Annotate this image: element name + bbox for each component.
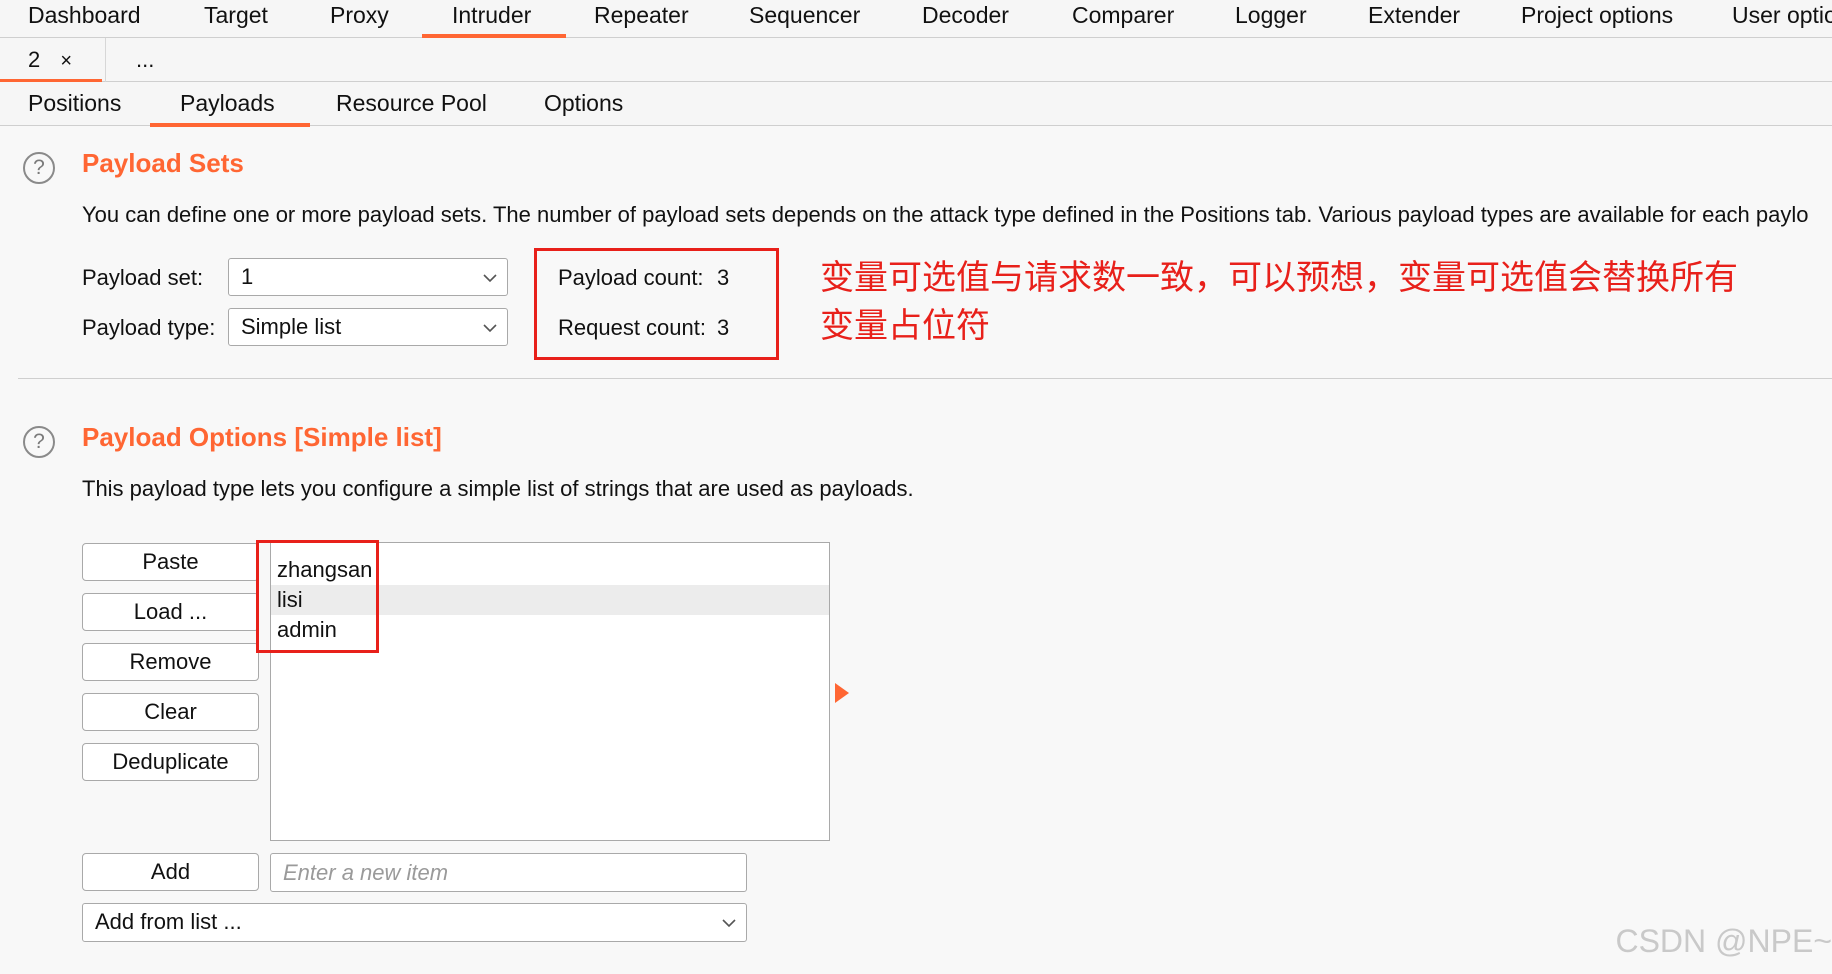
annotation-line-1: 变量可选值与请求数一致，可以预想，变量可选值会替换所有: [820, 258, 1738, 298]
tab-intruder[interactable]: Intruder: [421, 0, 567, 38]
intruder-instance-tabs: 2 × ...: [0, 38, 1832, 83]
payload-type-value: Simple list: [241, 314, 342, 339]
payload-set-label: Payload set:: [82, 265, 204, 290]
items-highlight-box: [256, 540, 379, 653]
payload-set-value: 1: [241, 264, 254, 289]
instance-tab-label: 2: [28, 47, 41, 72]
intruder-sub-tabs: Positions Payloads Resource Pool Options: [0, 82, 1832, 127]
add-from-list-select[interactable]: Add from list ...: [82, 903, 747, 942]
help-icon[interactable]: ?: [23, 152, 55, 184]
tab-payloads[interactable]: Payloads: [150, 82, 310, 127]
main-menu-tabs: Dashboard Target Proxy Intruder Repeater…: [0, 0, 1832, 38]
remove-button[interactable]: Remove: [82, 643, 259, 681]
payload-type-label: Payload type:: [82, 315, 216, 340]
tab-decoder[interactable]: Decoder: [922, 0, 1009, 38]
payload-options-description: This payload type lets you configure a s…: [82, 476, 914, 501]
tab-extender[interactable]: Extender: [1368, 0, 1460, 38]
annotation-line-2: 变量占位符: [820, 306, 990, 346]
tab-repeater[interactable]: Repeater: [594, 0, 689, 38]
close-icon[interactable]: ×: [60, 50, 72, 72]
tab-proxy[interactable]: Proxy: [330, 0, 389, 38]
watermark: CSDN @NPE~: [1615, 923, 1832, 959]
instance-tab-2[interactable]: 2 ×: [0, 38, 103, 83]
add-from-list-label: Add from list ...: [95, 909, 242, 934]
chevron-down-icon: [483, 274, 497, 283]
tab-user-options[interactable]: User optio: [1732, 0, 1832, 38]
payload-sets-description: You can define one or more payload sets.…: [82, 202, 1809, 227]
tab-positions[interactable]: Positions: [28, 82, 121, 126]
section-divider: [18, 378, 1832, 379]
paste-button[interactable]: Paste: [82, 543, 259, 581]
chevron-down-icon: [722, 919, 736, 928]
clear-button[interactable]: Clear: [82, 693, 259, 731]
tab-resource-pool[interactable]: Resource Pool: [336, 82, 487, 126]
expand-arrow-icon[interactable]: [835, 683, 849, 703]
tab-target[interactable]: Target: [204, 0, 268, 38]
add-button[interactable]: Add: [82, 853, 259, 891]
tab-project-options[interactable]: Project options: [1521, 0, 1673, 38]
tab-comparer[interactable]: Comparer: [1072, 0, 1174, 38]
tab-divider: [105, 38, 106, 82]
payload-options-title: Payload Options [Simple list]: [82, 422, 442, 452]
tab-sequencer[interactable]: Sequencer: [749, 0, 860, 38]
tab-dashboard[interactable]: Dashboard: [28, 0, 141, 38]
load-button[interactable]: Load ...: [82, 593, 259, 631]
payload-type-select[interactable]: Simple list: [228, 308, 508, 346]
new-instance-tab[interactable]: ...: [136, 38, 154, 82]
new-item-input[interactable]: [270, 853, 747, 892]
chevron-down-icon: [483, 324, 497, 333]
count-highlight-box: [534, 248, 779, 360]
help-icon[interactable]: ?: [23, 426, 55, 458]
annotation-note: 变量可选值与请求数一致，可以预想，变量可选值会替换所有 变量占位符: [820, 254, 1738, 350]
deduplicate-button[interactable]: Deduplicate: [82, 743, 259, 781]
tab-logger[interactable]: Logger: [1235, 0, 1307, 38]
payload-sets-title: Payload Sets: [82, 148, 244, 178]
tab-options[interactable]: Options: [544, 82, 623, 126]
payload-set-select[interactable]: 1: [228, 258, 508, 296]
